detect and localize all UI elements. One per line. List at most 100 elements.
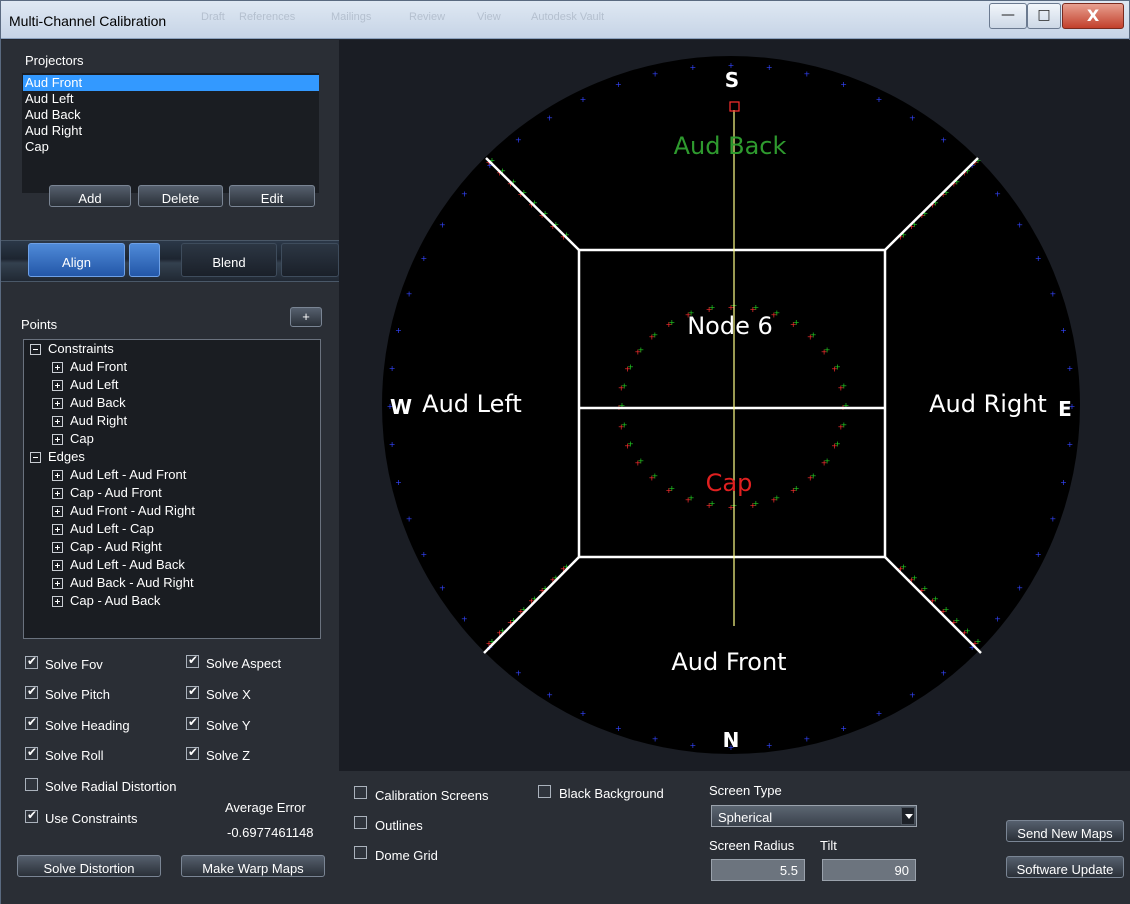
solve-x-checkbox[interactable] <box>186 684 199 699</box>
expand-icon[interactable] <box>52 380 63 391</box>
expand-icon[interactable] <box>52 416 63 427</box>
dome-view[interactable]: + + + + + + + + + + + + + + + + + + + + + + + + + + + + + + + + + + + + + + + +… <box>339 40 1130 771</box>
expand-icon[interactable] <box>52 542 63 553</box>
projector-item[interactable]: Aud Back <box>23 107 319 123</box>
rim-marker: + <box>1067 364 1074 373</box>
tree-item[interactable]: Cap - Aud Front <box>70 484 162 502</box>
solve-radial-distortion-checkbox[interactable] <box>25 778 38 791</box>
projector-item[interactable]: Aud Right <box>23 123 319 139</box>
expand-icon[interactable] <box>52 524 63 535</box>
projector-item[interactable]: Aud Front <box>23 75 319 91</box>
tree-item[interactable]: Aud Left <box>70 376 118 394</box>
projector-item[interactable]: Aud Left <box>23 91 319 107</box>
dome-viewport[interactable]: + + + + + + + + + + + + + + + + + + + + + + + + + + + + + + + + + + + + + + + +… <box>339 40 1130 771</box>
calibration-point: + <box>840 421 847 430</box>
rim-marker: + <box>389 364 396 373</box>
rim-marker: + <box>1060 478 1067 487</box>
delete-projector-button[interactable]: Delete <box>138 185 223 207</box>
tree-item[interactable]: Aud Left - Aud Front <box>70 466 186 484</box>
points-tree[interactable]: Constraints Aud Front Aud Left Aud Back … <box>23 339 321 639</box>
add-projector-button[interactable]: Add <box>49 185 131 207</box>
tree-group-edges[interactable]: Edges <box>48 448 85 466</box>
calibration-point: + <box>834 439 841 448</box>
solve-y-checkbox[interactable] <box>186 715 199 730</box>
tree-item[interactable]: Aud Back - Aud Right <box>70 574 194 592</box>
screen-radius-label: Screen Radius <box>709 838 795 853</box>
calibration-point: + <box>810 472 817 481</box>
black-background-checkbox[interactable] <box>538 785 551 798</box>
tree-item[interactable]: Aud Right <box>70 412 127 430</box>
tab-blend[interactable]: Blend <box>181 243 277 277</box>
tilt-input[interactable]: 90 <box>822 859 916 881</box>
bottom-options-bar: Calibration Screens Outlines Dome Grid B… <box>339 771 1130 904</box>
tree-item[interactable]: Aud Left - Aud Back <box>70 556 185 574</box>
expand-icon[interactable] <box>52 596 63 607</box>
calibration-point: + <box>651 330 658 339</box>
solve-aspect-checkbox[interactable] <box>186 653 199 668</box>
calibration-point: + <box>774 493 781 502</box>
expand-icon[interactable] <box>52 362 63 373</box>
screen-type-dropdown[interactable]: Spherical <box>711 805 917 827</box>
tree-item[interactable]: Cap - Aud Right <box>70 538 162 556</box>
screen-type-value: Spherical <box>718 810 773 825</box>
rim-marker: + <box>515 135 522 144</box>
expand-icon[interactable] <box>52 506 63 517</box>
minimize-button[interactable]: — <box>989 3 1027 29</box>
collapse-icon[interactable] <box>30 344 41 355</box>
background-menu-item: References <box>239 11 296 23</box>
maximize-button[interactable]: □ <box>1027 3 1061 29</box>
collapse-icon[interactable] <box>30 452 41 463</box>
edit-projector-button[interactable]: Edit <box>229 185 315 207</box>
outlines-label: Outlines <box>375 818 423 833</box>
solve-pitch-checkbox[interactable] <box>25 684 38 699</box>
calibration-point: + <box>824 457 831 466</box>
tree-item[interactable]: Aud Front - Aud Right <box>70 502 195 520</box>
tree-item[interactable]: Cap - Aud Back <box>70 592 160 610</box>
calibration-point: + <box>793 318 800 327</box>
tree-item[interactable]: Aud Front <box>70 358 127 376</box>
projector-item[interactable]: Cap <box>23 139 319 155</box>
calibration-point: + <box>932 595 939 604</box>
expand-icon[interactable] <box>52 398 63 409</box>
tree-item[interactable]: Aud Left - Cap <box>70 520 154 538</box>
solve-distortion-button[interactable]: Solve Distortion <box>17 855 161 877</box>
solve-fov-checkbox[interactable] <box>25 654 38 669</box>
solve-heading-checkbox[interactable] <box>25 715 38 730</box>
software-update-button[interactable]: Software Update <box>1006 856 1124 878</box>
calibration-point: + <box>627 363 634 372</box>
expand-icon[interactable] <box>52 434 63 445</box>
rim-marker: + <box>395 478 402 487</box>
send-new-maps-button[interactable]: Send New Maps <box>1006 820 1124 842</box>
rim-marker: + <box>766 741 773 750</box>
expand-icon[interactable] <box>52 578 63 589</box>
rim-marker: + <box>909 113 916 122</box>
projectors-list[interactable]: Aud Front Aud Left Aud Back Aud Right Ca… <box>22 73 319 193</box>
expand-icon[interactable] <box>52 560 63 571</box>
tab-align[interactable]: Align <box>28 243 125 277</box>
rim-marker: + <box>546 113 553 122</box>
region-label-aud-left: Aud Left <box>422 390 522 418</box>
use-constraints-checkbox[interactable] <box>25 808 38 823</box>
expand-icon[interactable] <box>52 470 63 481</box>
chevron-down-icon[interactable] <box>901 807 915 825</box>
tree-item[interactable]: Aud Back <box>70 394 126 412</box>
calibration-point: + <box>900 563 907 572</box>
calibration-point: + <box>668 318 675 327</box>
rim-marker: + <box>420 254 427 263</box>
tab-empty[interactable] <box>281 243 339 277</box>
calibration-screens-checkbox[interactable] <box>354 786 367 799</box>
solve-z-checkbox[interactable] <box>186 745 199 760</box>
solve-roll-checkbox[interactable] <box>25 745 38 760</box>
tree-group-constraints[interactable]: Constraints <box>48 340 114 358</box>
add-point-button[interactable]: + <box>290 307 322 327</box>
screen-radius-input[interactable]: 5.5 <box>711 859 805 881</box>
rim-marker: + <box>406 515 413 524</box>
outlines-checkbox[interactable] <box>354 816 367 829</box>
rim-marker: + <box>515 669 522 678</box>
close-button[interactable]: X <box>1062 3 1124 29</box>
solve-pitch-label: Solve Pitch <box>45 687 111 702</box>
make-warp-maps-button[interactable]: Make Warp Maps <box>181 855 325 877</box>
dome-grid-checkbox[interactable] <box>354 846 367 859</box>
expand-icon[interactable] <box>52 488 63 499</box>
tree-item[interactable]: Cap <box>70 430 94 448</box>
